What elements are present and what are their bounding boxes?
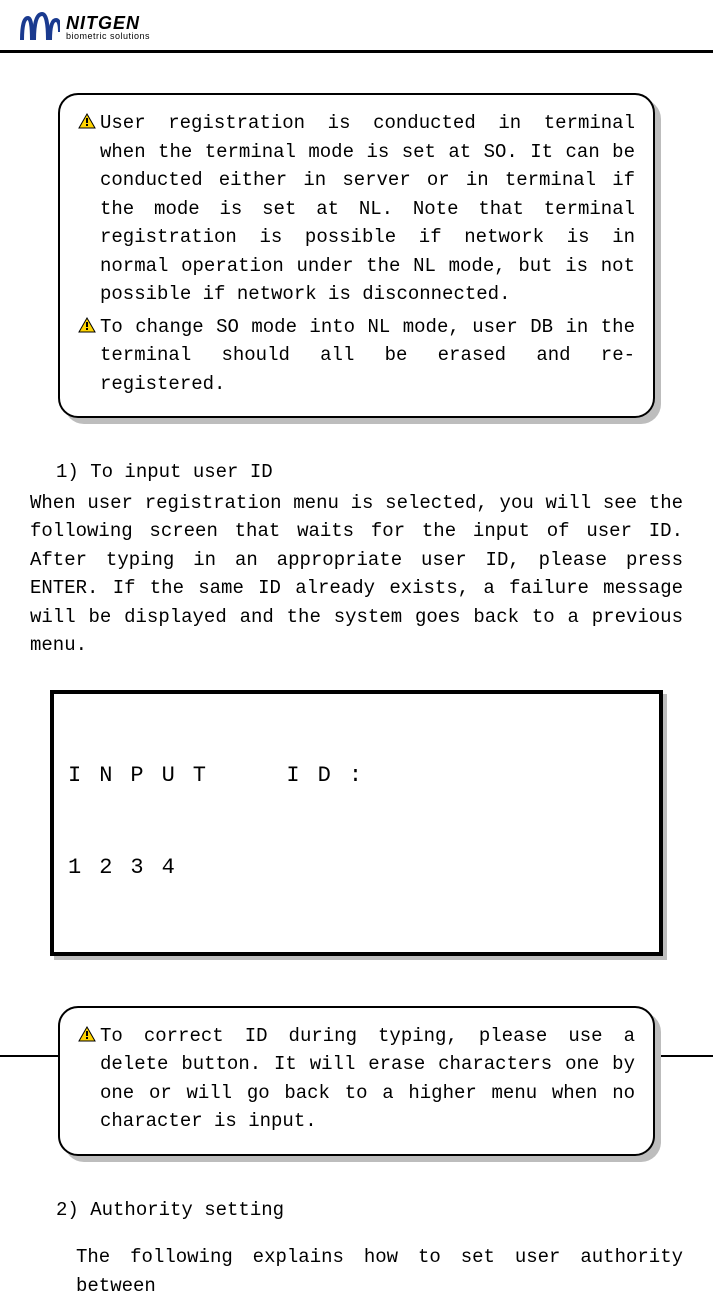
section2-body: The following explains how to set user a… [76,1243,683,1300]
callout1-text2: To change SO mode into NL mode, user DB … [100,313,635,399]
section1-heading: 1) To input user ID [56,458,683,487]
brand-block: NITGEN biometric solutions [66,14,150,41]
callout2-text1: To correct ID during typing, please use … [100,1022,635,1136]
lcd-screen: INPUT ID: 1234 [50,690,663,956]
nitgen-logo-icon [20,12,60,42]
callout2-item1: To correct ID during typing, please use … [78,1022,635,1136]
brand-subtitle: biometric solutions [66,32,150,41]
brand-name: NITGEN [66,14,150,32]
callout1-text1: User registration is conducted in termin… [100,109,635,309]
lcd-row-2: 1234 [68,853,645,884]
callout1-item1: User registration is conducted in termin… [78,109,635,309]
section1-body: When user registration menu is selected,… [30,489,683,660]
warning-icon [78,317,96,333]
section2-heading: 2) Authority setting [56,1196,683,1225]
lcd-row-1: INPUT ID: [68,761,645,792]
callout-box-2: To correct ID during typing, please use … [58,1006,655,1156]
page-header: NITGEN biometric solutions [0,0,713,53]
callout1-item2: To change SO mode into NL mode, user DB … [78,313,635,399]
document-page: NITGEN biometric solutions User registra… [0,0,713,1107]
warning-icon [78,1026,96,1042]
warning-icon [78,113,96,129]
callout-box-1: User registration is conducted in termin… [58,93,655,418]
page-content: User registration is conducted in termin… [0,53,713,1300]
